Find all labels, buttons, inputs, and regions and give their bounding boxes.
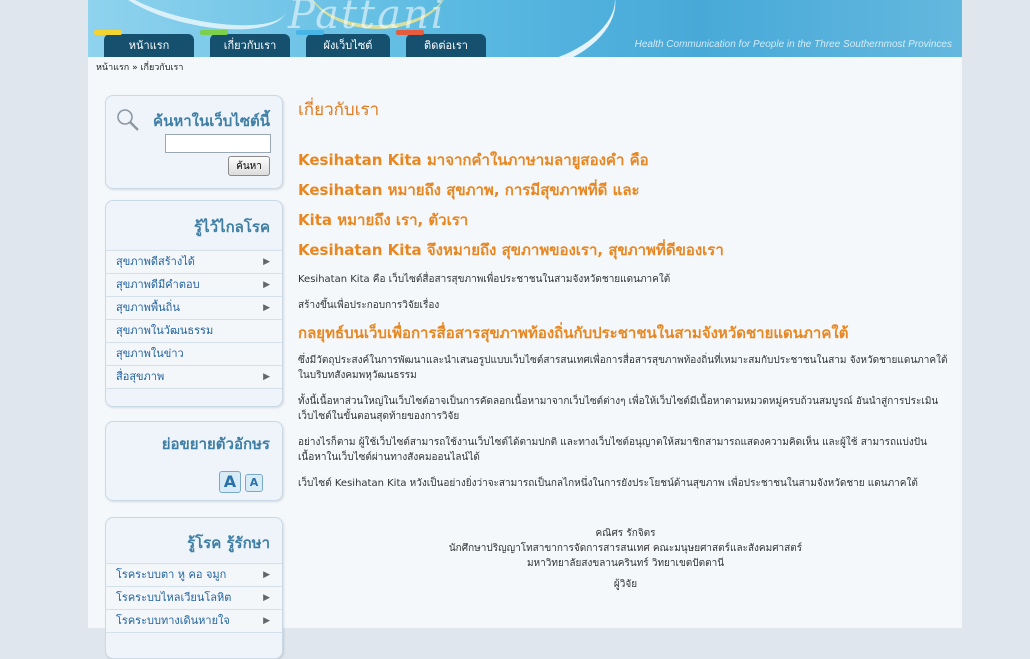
chevron-right-icon: ▶ xyxy=(263,616,270,626)
font-smaller-button[interactable]: A xyxy=(245,474,263,492)
health-box-title: รู้ไว้ไกลโรค xyxy=(194,218,270,236)
health-menu-label: สุขภาพดีสร้างได้ xyxy=(116,255,195,268)
nav-tab-sitemap[interactable]: ผังเว็บไซต์ xyxy=(296,30,390,57)
main-content: เกี่ยวกับเรา Kesihatan Kita มาจากคำในภาษ… xyxy=(298,96,953,592)
font-box-title: ย่อขยายตัวอักษร xyxy=(161,435,270,453)
health-menu-label: สุขภาพดีมีคำตอบ xyxy=(116,278,200,291)
body-paragraph: สร้างขึ้นเพื่อประกอบการวิจัยเรื่อง xyxy=(298,300,440,311)
disease-menu-item[interactable]: โรคระบบตา หู คอ จมูก ▶ xyxy=(106,563,282,586)
font-larger-label: A xyxy=(223,472,237,491)
disease-menu-label: โรคระบบทางเดินหายใจ xyxy=(116,614,230,627)
nav-tab-label: เกี่ยวกับเรา xyxy=(223,39,277,52)
health-menu-item[interactable]: สุขภาพพื้นถิ่น ▶ xyxy=(106,296,282,319)
search-box: ค้นหาในเว็บไซต์นี้ ค้นหา xyxy=(105,95,283,189)
site-header: Pattani Health Communication for People … xyxy=(88,0,962,57)
nav-tab-accent xyxy=(94,30,122,35)
body-paragraph: อย่างไรก็ตาม ผู้ใช้เว็บไซต์สามารถใช้งานเ… xyxy=(298,437,927,463)
search-box-title: ค้นหาในเว็บไซต์นี้ xyxy=(153,112,270,130)
body-paragraph: Kesihatan Kita คือ เว็บไซต์สื่อสารสุขภาพ… xyxy=(298,274,671,285)
highlight-text: Kesihatan Kita จึงหมายถึง สุขภาพของเรา, … xyxy=(298,241,724,259)
disease-knowledge-box: รู้โรค รู้รักษา โรคระบบตา หู คอ จมูก ▶ โร… xyxy=(105,517,283,659)
disease-box-title: รู้โรค รู้รักษา xyxy=(187,534,270,552)
chevron-right-icon: ▶ xyxy=(263,280,270,290)
font-size-box: ย่อขยายตัวอักษร A A xyxy=(105,421,283,501)
font-larger-button[interactable]: A xyxy=(219,471,241,493)
search-button[interactable]: ค้นหา xyxy=(228,156,270,176)
chevron-right-icon: ▶ xyxy=(263,257,270,267)
chevron-right-icon: ▶ xyxy=(263,303,270,313)
health-menu-label: สุขภาพในวัฒนธรรม xyxy=(116,324,214,337)
disease-menu-item[interactable]: โรคระบบไหลเวียนโลหิต ▶ xyxy=(106,586,282,609)
health-menu-label: สุขภาพพื้นถิ่น xyxy=(116,301,180,314)
highlight-text: Kesihatan Kita มาจากคำในภาษามลายูสองคำ ค… xyxy=(298,151,649,169)
signature-role: ผู้วิจัย xyxy=(613,579,638,590)
signature-name: คณิศร รักจิตร xyxy=(595,528,656,539)
nav-tab-accent xyxy=(200,30,228,35)
health-menu-item[interactable]: สุขภาพในวัฒนธรรม xyxy=(106,319,282,342)
body-paragraph: ซึ่งมีวัตถุประสงค์ในการพัฒนาและนำเสนอรูป… xyxy=(298,355,948,381)
signature-affiliation: นักศึกษาปริญญาโทสาขาการจัดการสารสนเทศ คณ… xyxy=(448,543,803,554)
search-input[interactable] xyxy=(165,134,271,153)
body-paragraph: ทั้งนี้เนื้อหาส่วนใหญ่ในเว็บไซต์อาจเป็นก… xyxy=(298,396,939,422)
highlight-text: Kita หมายถึง เรา, ตัวเรา xyxy=(298,211,469,229)
health-menu-item[interactable]: สุขภาพดีมีคำตอบ ▶ xyxy=(106,273,282,296)
nav-tab-about[interactable]: เกี่ยวกับเรา xyxy=(200,30,290,57)
chevron-right-icon: ▶ xyxy=(263,593,270,603)
nav-tab-accent xyxy=(396,30,424,35)
signature-university: มหาวิทยาลัยสงขลานครินทร์ วิทยาเขตปัตตานี xyxy=(526,558,725,569)
breadcrumb[interactable]: หน้าแรก » เกี่ยวกับเรา xyxy=(96,60,183,74)
nav-tab-contact[interactable]: ติดต่อเรา xyxy=(396,30,486,57)
body-paragraph: เว็บไซต์ Kesihatan Kita หวังเป็นอย่างยิ่… xyxy=(298,478,918,489)
health-menu-label: สุขภาพในข่าว xyxy=(116,347,184,360)
nav-tab-label: ผังเว็บไซต์ xyxy=(323,39,373,52)
research-title: กลยุทธ์บนเว็บเพื่อการสื่อสารสุขภาพท้องถิ… xyxy=(298,324,849,342)
disease-menu: โรคระบบตา หู คอ จมูก ▶ โรคระบบไหลเวียนโลห… xyxy=(106,563,282,633)
nav-tab-accent xyxy=(296,30,324,35)
nav-tab-label: หน้าแรก xyxy=(128,39,170,52)
page-title: เกี่ยวกับเรา xyxy=(298,100,380,120)
nav-tab-home[interactable]: หน้าแรก xyxy=(94,30,194,57)
health-menu-item[interactable]: สุขภาพดีสร้างได้ ▶ xyxy=(106,250,282,273)
disease-menu-label: โรคระบบไหลเวียนโลหิต xyxy=(116,591,232,604)
health-knowledge-box: รู้ไว้ไกลโรค สุขภาพดีสร้างได้ ▶ สุขภาพดีม… xyxy=(105,200,283,407)
search-icon xyxy=(116,108,139,131)
font-smaller-label: A xyxy=(249,476,259,489)
health-menu-item[interactable]: สุขภาพในข่าว xyxy=(106,342,282,365)
highlight-text: Kesihatan หมายถึง สุขภาพ, การมีสุขภาพที่… xyxy=(298,181,640,199)
page-container: Pattani Health Communication for People … xyxy=(88,0,962,659)
health-menu-item[interactable]: สื่อสุขภาพ ▶ xyxy=(106,365,282,389)
nav-tab-label: ติดต่อเรา xyxy=(424,39,468,52)
chevron-right-icon: ▶ xyxy=(263,570,270,580)
chevron-right-icon: ▶ xyxy=(263,372,270,382)
site-tagline: Health Communication for People in the T… xyxy=(634,39,952,50)
health-menu: สุขภาพดีสร้างได้ ▶ สุขภาพดีมีคำตอบ ▶ สุขภา… xyxy=(106,250,282,389)
main-nav: หน้าแรก เกี่ยวกับเรา ผังเว็บไซต์ ติดต่อเ… xyxy=(94,30,502,57)
health-menu-label: สื่อสุขภาพ xyxy=(116,370,165,383)
disease-menu-label: โรคระบบตา หู คอ จมูก xyxy=(116,568,227,581)
disease-menu-item[interactable]: โรคระบบทางเดินหายใจ ▶ xyxy=(106,609,282,633)
